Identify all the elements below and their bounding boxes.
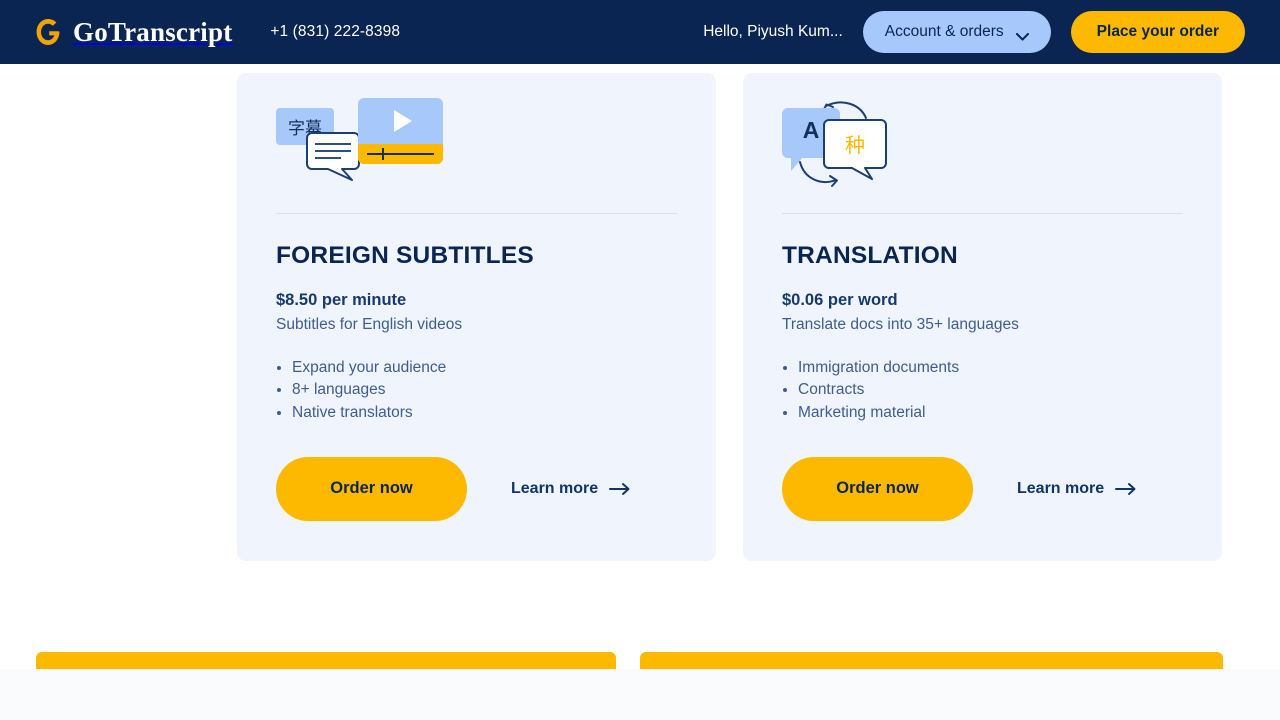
place-your-order-button[interactable]: Place your order (1070, 11, 1245, 53)
card-title: FOREIGN SUBTITLES (276, 242, 534, 269)
header-phone[interactable]: +1 (831) 222-8398 (270, 23, 400, 41)
bottom-region (0, 644, 1280, 720)
learn-more-link[interactable]: Learn more (511, 480, 631, 498)
arrow-right-icon (1115, 482, 1137, 496)
service-cards-region: 字幕 FOREIGN SUBTITLES $8.50 per minute Su… (0, 64, 1280, 644)
card-actions: Order now Learn more (782, 456, 1183, 521)
brand-name: GoTranscript (73, 16, 233, 47)
list-item: Expand your audience (276, 357, 677, 379)
card-actions: Order now Learn more (276, 456, 677, 521)
chevron-down-icon (1015, 28, 1029, 41)
card-price: $8.50 per minute (276, 291, 407, 309)
list-item: Contracts (782, 379, 1183, 401)
speech-bubble-lines-icon (304, 132, 362, 182)
user-greeting: Hello, Piyush Kum... (703, 23, 843, 40)
account-orders-label: Account & orders (884, 23, 1004, 40)
bottom-banner-right[interactable] (640, 652, 1223, 670)
learn-more-link[interactable]: Learn more (1017, 480, 1137, 498)
list-item: Native translators (276, 402, 677, 424)
service-card-translation[interactable]: A 种 TRANSLATION $0.06 per word Translate… (743, 73, 1222, 561)
video-player-play-icon (358, 98, 443, 164)
order-now-button[interactable]: Order now (782, 456, 973, 521)
speech-bubble-cjk: 种 (822, 118, 888, 180)
learn-more-label: Learn more (511, 479, 599, 497)
bubble-a-text: A (802, 116, 820, 143)
card-subtitle: Subtitles for English videos (276, 316, 463, 333)
card-feature-list: Expand your audience 8+ languages Native… (276, 357, 677, 424)
header-actions: Hello, Piyush Kum... Account & orders Pl… (703, 11, 1245, 53)
g-logo-icon (36, 17, 62, 47)
order-now-button[interactable]: Order now (276, 456, 467, 521)
card-feature-list: Immigration documents Contracts Marketin… (782, 357, 1183, 424)
brand-logo-link[interactable]: GoTranscript (36, 17, 232, 48)
bottom-banner-left[interactable] (36, 652, 616, 670)
learn-more-label: Learn more (1017, 479, 1105, 497)
card-subtitle: Translate docs into 35+ languages (782, 316, 1019, 333)
account-orders-button[interactable]: Account & orders (862, 11, 1051, 53)
card-divider (276, 213, 677, 214)
card-divider (782, 213, 1183, 214)
arrow-right-icon (609, 482, 631, 496)
site-header: GoTranscript +1 (831) 222-8398 Hello, Pi… (0, 0, 1280, 64)
subtitles-video-icon: 字幕 (276, 73, 677, 213)
bubble-b-text: 种 (845, 133, 865, 157)
card-title: TRANSLATION (782, 242, 958, 269)
bottom-panel (0, 669, 1280, 720)
list-item: 8+ languages (276, 379, 677, 401)
list-item: Marketing material (782, 402, 1183, 424)
service-card-foreign-subtitles[interactable]: 字幕 FOREIGN SUBTITLES $8.50 per minute Su… (237, 73, 716, 561)
list-item: Immigration documents (782, 357, 1183, 379)
card-price: $0.06 per word (782, 291, 898, 309)
translation-bubbles-icon: A 种 (782, 73, 1183, 213)
